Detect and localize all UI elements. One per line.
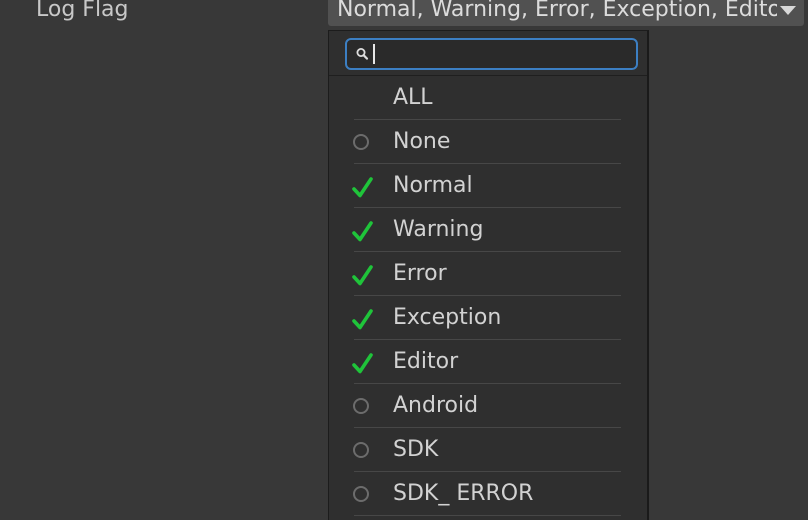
option-label: Normal — [393, 173, 473, 198]
option-item[interactable]: Warning — [329, 208, 647, 252]
option-item[interactable]: Android — [329, 384, 647, 428]
search-field[interactable] — [345, 38, 638, 70]
option-item[interactable]: Exception — [329, 296, 647, 340]
option-divider — [354, 515, 621, 516]
option-label: SDK_ ERROR — [393, 481, 534, 506]
unchecked-circle-icon — [353, 442, 369, 458]
checkmark-icon — [352, 265, 373, 286]
option-item[interactable]: SDK_ ERROR — [329, 472, 647, 516]
option-label: Error — [393, 261, 447, 286]
inspector-panel: Log Flag Normal, Warning, Error, Excepti… — [0, 0, 808, 520]
unchecked-circle-icon — [353, 486, 369, 502]
option-list: ALL None Normal Warning Error Exception Editor… — [329, 76, 647, 516]
unchecked-circle-icon — [353, 398, 369, 414]
log-flag-popup: ALL None Normal Warning Error Exception Editor… — [328, 30, 649, 520]
log-flag-label: Log Flag — [36, 0, 129, 22]
unchecked-circle-icon — [353, 134, 369, 150]
option-item[interactable]: ALL — [329, 76, 647, 120]
option-label: SDK — [393, 437, 439, 462]
option-label: ALL — [393, 85, 433, 110]
checkmark-icon — [352, 309, 373, 330]
option-label: Exception — [393, 305, 502, 330]
option-item[interactable]: Editor — [329, 340, 647, 384]
search-icon — [356, 48, 369, 60]
log-flag-value: Normal, Warning, Error, Exception, Edito… — [337, 0, 777, 22]
option-item[interactable]: Normal — [329, 164, 647, 208]
checkmark-icon — [352, 353, 373, 374]
log-flag-dropdown[interactable]: Normal, Warning, Error, Exception, Edito… — [328, 0, 804, 26]
dropdown-arrow-icon — [780, 6, 796, 15]
search-input[interactable] — [373, 42, 633, 66]
option-item[interactable]: None — [329, 120, 647, 164]
option-label: Warning — [393, 217, 484, 242]
option-item[interactable]: Error — [329, 252, 647, 296]
option-item[interactable]: SDK — [329, 428, 647, 472]
text-caret — [373, 44, 375, 64]
checkmark-icon — [352, 221, 373, 242]
checkmark-icon — [352, 177, 373, 198]
option-label: None — [393, 129, 451, 154]
option-label: Editor — [393, 349, 459, 374]
option-label: Android — [393, 393, 479, 418]
